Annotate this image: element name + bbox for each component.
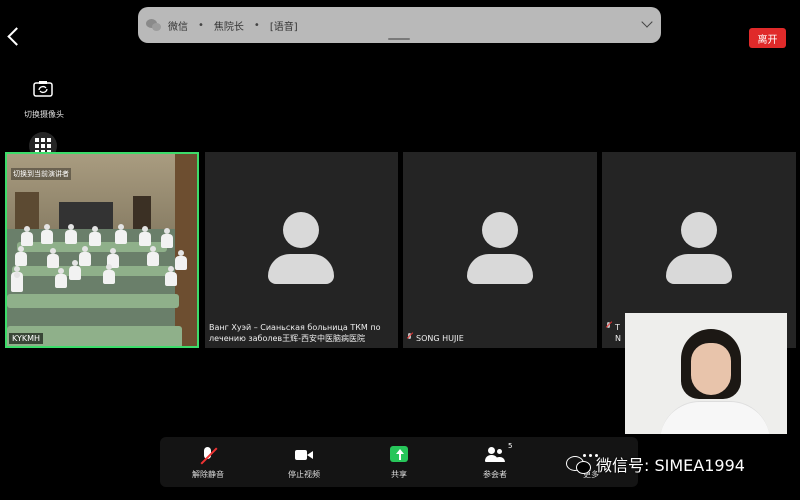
- avatar-body: [268, 254, 334, 284]
- attendee: [103, 264, 119, 290]
- avatar-body: [467, 254, 533, 284]
- switch-camera-icon[interactable]: [33, 80, 53, 97]
- participant-name-row: SONG HUJIE: [407, 333, 464, 344]
- self-video-body: [660, 401, 770, 434]
- attendee: [147, 246, 159, 266]
- avatar-head: [283, 212, 319, 248]
- unmute-button[interactable]: 解除静音: [168, 437, 248, 487]
- avatar: [467, 212, 533, 286]
- avatar-head: [681, 212, 717, 248]
- watermark-text: 微信号: SIMEA1994: [596, 456, 745, 475]
- attendee: [15, 246, 27, 266]
- attendee: [21, 226, 33, 246]
- attendee: [89, 226, 101, 246]
- participant-name-row: T N: [606, 322, 621, 344]
- attendee: [165, 266, 181, 292]
- chevron-down-icon[interactable]: [641, 16, 653, 28]
- switch-to-speaker-label[interactable]: 切换到当前演讲者: [11, 168, 71, 180]
- participant-name-line2: N: [615, 334, 621, 343]
- banner-separator: •: [253, 19, 260, 31]
- attendee: [11, 272, 45, 334]
- avatar-body: [666, 254, 732, 284]
- participants-icon: [485, 446, 505, 464]
- self-video-face: [691, 343, 731, 395]
- attendee: [139, 226, 151, 246]
- leave-button[interactable]: 离开: [749, 28, 786, 48]
- grid-dot: [47, 144, 51, 148]
- participant-name: KYKMH: [9, 333, 44, 344]
- grid-dot: [41, 138, 45, 142]
- grid-dot: [35, 138, 39, 142]
- banner-separator: •: [198, 19, 204, 31]
- avatar: [666, 212, 732, 286]
- attendee: [115, 224, 127, 244]
- grid-dot: [35, 144, 39, 148]
- video-tile-kykmh[interactable]: 切换到当前演讲者 KYKMH: [5, 152, 199, 348]
- participant-name: SONG HUJIE: [416, 334, 464, 343]
- attendee: [65, 224, 77, 244]
- unmute-label: 解除静音: [192, 470, 224, 479]
- attendee: [69, 260, 103, 338]
- grid-dot: [47, 138, 51, 142]
- attendee: [41, 224, 53, 244]
- wechat-icon: [566, 454, 592, 474]
- mic-muted-icon: [407, 333, 413, 342]
- share-icon: [390, 446, 408, 462]
- grid-dot: [41, 144, 45, 148]
- banner-message: [语音]: [269, 21, 298, 33]
- attendee: [47, 248, 59, 268]
- switch-camera-label[interactable]: 切换摄像头: [14, 109, 74, 120]
- participant-name: Ванг Хуэй – Сианьская больница ТКМ по ле…: [209, 323, 381, 343]
- video-camera-icon: [294, 446, 314, 464]
- banner-drag-handle[interactable]: [388, 38, 410, 40]
- attendee: [161, 228, 173, 248]
- participants-count: 5: [508, 442, 513, 450]
- share-label: 共享: [391, 470, 407, 479]
- banner-sender: 焦院长: [213, 21, 244, 33]
- participant-name: T: [615, 323, 620, 332]
- avatar-head: [482, 212, 518, 248]
- share-button[interactable]: 共享: [359, 437, 439, 487]
- stop-video-label: 停止视频: [288, 470, 320, 479]
- watermark: 微信号: SIMEA1994: [566, 452, 745, 476]
- banner-app: 微信: [168, 21, 188, 33]
- stop-video-button[interactable]: 停止视频: [264, 437, 344, 487]
- wechat-icon: [146, 18, 162, 32]
- mic-muted-icon: [198, 446, 218, 464]
- avatar: [268, 212, 334, 286]
- participants-label: 参会者: [483, 470, 507, 479]
- mic-muted-icon: [606, 322, 612, 331]
- participants-button[interactable]: 5 参会者: [455, 437, 535, 487]
- notification-banner[interactable]: 微信 • 焦院长 • [语音]: [138, 7, 661, 43]
- video-tile-wang-hui[interactable]: Ванг Хуэй – Сианьская больница ТКМ по ле…: [205, 152, 398, 348]
- self-video-preview[interactable]: [625, 313, 787, 434]
- video-tile-song-hujie[interactable]: SONG HUJIE: [403, 152, 597, 348]
- back-arrow-icon[interactable]: [7, 27, 26, 46]
